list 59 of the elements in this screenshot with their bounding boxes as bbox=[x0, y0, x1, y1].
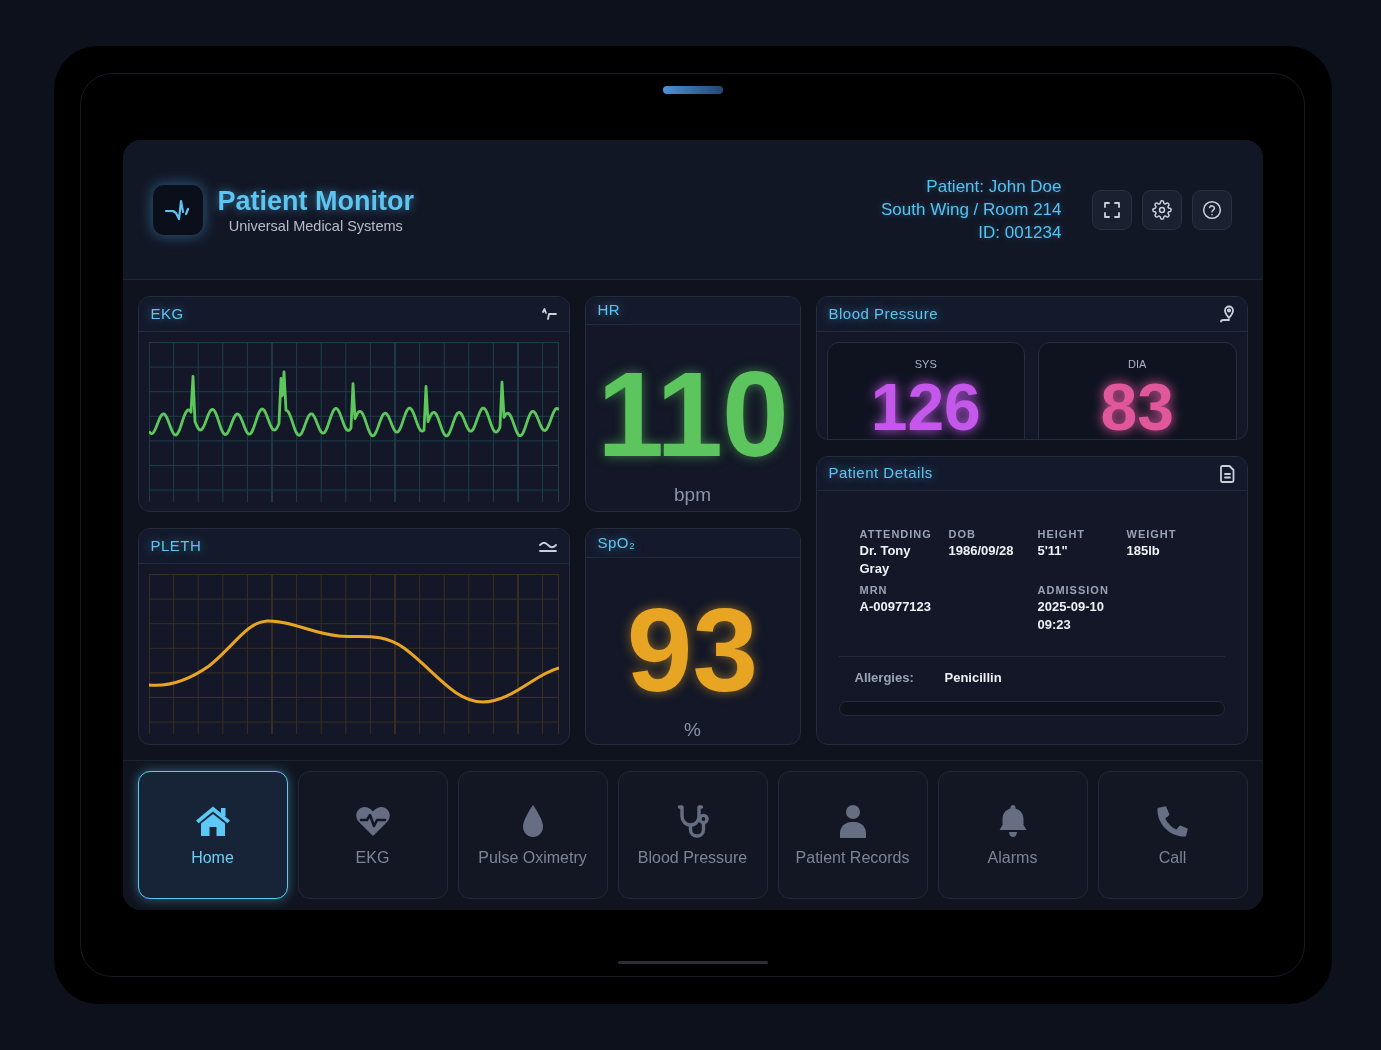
droplet-icon bbox=[520, 803, 545, 838]
patient-info-text: South Wing / Room 214 bbox=[881, 199, 1062, 221]
bell-icon bbox=[997, 803, 1028, 838]
unit-label: % bbox=[684, 719, 701, 741]
app-subtitle: Universal Medical Systems bbox=[228, 216, 403, 235]
allergies-value: Penicillin bbox=[944, 669, 1002, 687]
heart-pulse-icon bbox=[354, 804, 391, 837]
nav-button[interactable]: Alarms bbox=[937, 771, 1088, 899]
field-label: ADMISSION bbox=[1037, 583, 1110, 598]
reading-value: 83 bbox=[1100, 374, 1174, 439]
field-label: MRN bbox=[859, 583, 889, 598]
fullscreen-icon bbox=[1101, 199, 1122, 220]
reading-label: SYS bbox=[914, 357, 937, 371]
field-value: 5'11" bbox=[1037, 542, 1069, 560]
nav-button[interactable]: Call bbox=[1097, 771, 1248, 899]
house-icon bbox=[194, 804, 231, 837]
panel-title: Patient Details bbox=[828, 463, 933, 484]
app-title: Patient Monitor bbox=[217, 184, 414, 217]
reading-label: DIA bbox=[1128, 357, 1147, 371]
pulse-icon bbox=[541, 308, 557, 320]
patient-info-text: ID: 001234 bbox=[978, 222, 1062, 244]
heartbeat-logo-icon bbox=[151, 183, 204, 236]
field-value: 2025-09-10 09:23 bbox=[1037, 598, 1105, 634]
field-label: HEIGHT bbox=[1037, 527, 1087, 542]
pin-icon bbox=[1218, 305, 1235, 323]
nav-button[interactable]: Patient Records bbox=[777, 771, 928, 899]
panel-title: Blood Pressure bbox=[828, 303, 939, 324]
field-value: Dr. Tony Gray bbox=[859, 542, 912, 578]
heart-rate-value: 110 bbox=[597, 354, 788, 474]
panel-title: EKG bbox=[150, 303, 184, 324]
settings-button[interactable] bbox=[1141, 189, 1182, 230]
panel-title: HR bbox=[597, 300, 621, 321]
field-value: 1986/09/28 bbox=[948, 542, 1015, 560]
patient-info-text: Patient: John Doe bbox=[926, 176, 1062, 198]
reading-value: 126 bbox=[870, 374, 981, 439]
field-label: ATTENDING bbox=[859, 527, 933, 542]
field-label: WEIGHT bbox=[1126, 527, 1178, 542]
person-icon bbox=[838, 803, 867, 838]
field-value: A-00977123 bbox=[859, 598, 933, 616]
nav-button[interactable]: Pulse Oximetry bbox=[457, 771, 608, 899]
unit-label: bpm bbox=[674, 484, 711, 506]
camera-indicator bbox=[662, 86, 723, 94]
spo2-value: 93 bbox=[626, 591, 759, 709]
document-icon bbox=[1219, 464, 1235, 483]
nav-button[interactable]: Home bbox=[137, 771, 288, 899]
phone-icon bbox=[1156, 804, 1189, 837]
panel-title: PLETH bbox=[150, 535, 202, 556]
field-label: DOB bbox=[948, 527, 977, 542]
help-button[interactable] bbox=[1191, 189, 1232, 230]
nav-button[interactable]: EKG bbox=[297, 771, 448, 899]
fullscreen-button[interactable] bbox=[1091, 189, 1132, 230]
help-icon bbox=[1201, 199, 1222, 220]
wave-icon bbox=[538, 540, 557, 552]
panel-title: SpO₂ bbox=[597, 532, 636, 553]
allergies-label: Allergies: bbox=[854, 669, 915, 687]
stethoscope-icon bbox=[676, 803, 709, 838]
settings-icon bbox=[1151, 199, 1172, 220]
field-value: 185lb bbox=[1126, 542, 1161, 560]
nav-button[interactable]: Blood Pressure bbox=[617, 771, 768, 899]
